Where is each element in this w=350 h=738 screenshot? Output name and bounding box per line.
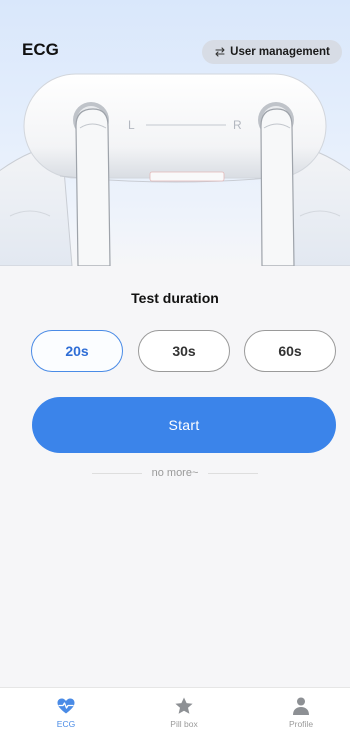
user-management-label: User management [230, 46, 330, 58]
person-icon [293, 697, 309, 715]
heart-pulse-icon [57, 698, 75, 714]
no-more-note: no more~ [0, 466, 350, 480]
ecg-device-illustration: L R [0, 73, 350, 266]
test-duration-title: Test duration [131, 290, 219, 306]
user-management-button[interactable]: User management [202, 40, 342, 64]
switch-arrows-icon [215, 47, 225, 57]
tab-profile-label: Profile [288, 719, 314, 729]
duration-option-60s[interactable]: 60s [244, 330, 336, 372]
duration-option-20s[interactable]: 20s [31, 330, 123, 372]
device-label-left: L [128, 118, 135, 132]
tab-pill-box-label: Pill box [170, 719, 198, 729]
ecg-screen: ECG User management L R Test duration 20… [0, 0, 350, 738]
device-label-right: R [233, 118, 242, 132]
tab-pill-box[interactable]: Pill box [144, 696, 224, 736]
duration-options: 20s 30s 60s [0, 330, 350, 374]
tab-ecg-label: ECG [56, 719, 76, 729]
tab-profile[interactable]: Profile [261, 696, 341, 736]
start-button[interactable]: Start [32, 397, 336, 453]
star-icon [175, 697, 193, 714]
bottom-tab-bar: ECG Pill box Profile [0, 687, 350, 738]
duration-option-30s[interactable]: 30s [138, 330, 230, 372]
divider-right [208, 472, 259, 474]
divider-left [91, 472, 142, 474]
page-title: ECG [22, 40, 59, 59]
hero-area: ECG User management L R [0, 0, 350, 268]
no-more-text: no more~ [151, 467, 199, 479]
tab-ecg[interactable]: ECG [26, 696, 106, 736]
